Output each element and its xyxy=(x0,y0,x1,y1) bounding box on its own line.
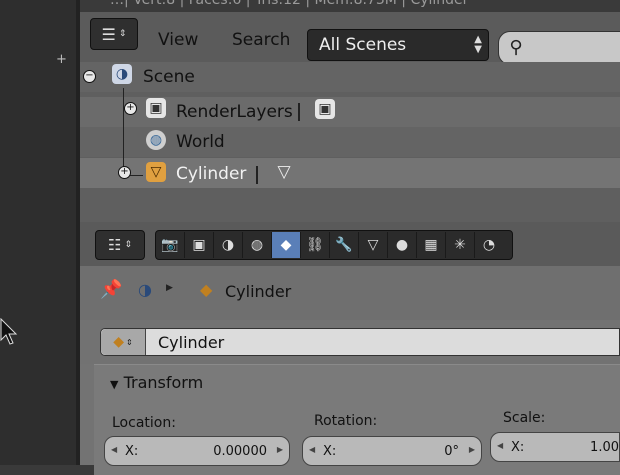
increment-arrow-icon[interactable]: ▶ xyxy=(277,445,283,454)
axis-label: X: xyxy=(323,444,337,459)
transform-panel-header[interactable]: ▼ Transform xyxy=(110,373,203,392)
window-title: …| Vert:8 | Faces:6 | Tris:12 | Mem:8.73… xyxy=(110,0,469,8)
panel-title: Transform xyxy=(123,373,204,392)
tree-item-scene[interactable]: Scene xyxy=(143,67,195,87)
texture-tab-icon[interactable]: ▦ xyxy=(417,232,446,258)
field-value: 0° xyxy=(444,444,459,459)
render-layers-tab-icon[interactable]: ▣ xyxy=(185,232,214,258)
axis-label: X: xyxy=(125,444,139,459)
rotation-label: Rotation: xyxy=(314,413,378,429)
render-layer-icon[interactable]: ▣ xyxy=(315,99,335,119)
mouse-cursor-icon xyxy=(0,318,18,345)
tree-item-world[interactable]: World xyxy=(176,132,225,152)
render-tab-icon[interactable]: 📷 xyxy=(156,232,185,258)
scene-icon: ◑ xyxy=(138,280,152,299)
tree-item-cylinder[interactable]: Cylinder xyxy=(176,164,246,184)
up-down-arrows-icon: ⇕ xyxy=(118,29,127,39)
axis-label: X: xyxy=(511,440,525,455)
pin-icon[interactable]: 📌 xyxy=(100,279,122,300)
separator xyxy=(256,166,258,184)
field-value: 1.00 xyxy=(590,440,619,455)
menu-search[interactable]: Search xyxy=(232,30,290,50)
mesh-data-icon[interactable]: ▽ xyxy=(274,162,294,182)
expand-toggle[interactable]: + xyxy=(124,102,137,115)
constraints-tab-icon[interactable]: ⛓ xyxy=(301,232,330,258)
scene-tab-icon[interactable]: ◑ xyxy=(214,232,243,258)
decrement-arrow-icon[interactable]: ◀ xyxy=(111,445,117,454)
decrement-arrow-icon[interactable]: ◀ xyxy=(497,441,503,450)
up-down-arrows-icon: ⇕ xyxy=(124,240,132,250)
particles-tab-icon[interactable]: ✳ xyxy=(446,232,475,258)
collapse-toggle[interactable]: − xyxy=(83,70,96,83)
location-label: Location: xyxy=(112,415,176,431)
mesh-object-icon: ▽ xyxy=(146,162,166,182)
display-mode-select[interactable]: All Scenes ▲ ▼ xyxy=(307,29,489,61)
left-editor-area: + xyxy=(0,0,78,465)
breadcrumb-arrow-icon: ▶ xyxy=(166,283,173,293)
properties-editor-type-button[interactable]: ☷ ⇕ xyxy=(95,230,145,260)
increment-arrow-icon[interactable]: ▶ xyxy=(469,445,475,454)
display-mode-value: All Scenes xyxy=(319,35,407,55)
add-region-icon[interactable]: + xyxy=(56,52,67,67)
scale-label: Scale: xyxy=(503,410,546,426)
data-tab-icon[interactable]: ▽ xyxy=(359,232,388,258)
tree-connector xyxy=(123,88,124,175)
physics-tab-icon[interactable]: ◔ xyxy=(475,232,503,258)
object-name-value: Cylinder xyxy=(158,333,225,352)
render-layers-icon: ▣ xyxy=(146,98,166,118)
world-icon: ◍ xyxy=(146,130,166,150)
search-icon: ⚲ xyxy=(509,36,523,58)
select-arrows-icon: ▲ ▼ xyxy=(474,34,482,55)
editor-type-button[interactable]: ☰ ⇕ xyxy=(90,18,138,50)
location-x-field[interactable]: ◀ X: 0.00000 ▶ xyxy=(104,436,290,466)
collapse-arrow-icon: ▼ xyxy=(110,378,119,391)
scene-icon: ◑ xyxy=(112,64,132,84)
separator xyxy=(298,103,300,121)
modifiers-tab-icon[interactable]: 🔧 xyxy=(330,232,359,258)
material-tab-icon[interactable]: ● xyxy=(388,232,417,258)
expand-toggle[interactable]: + xyxy=(118,166,131,179)
field-value: 0.00000 xyxy=(213,444,267,459)
properties-editor-icon: ☷ xyxy=(108,236,122,254)
properties-context-tabs: 📷 ▣ ◑ ◍ ◆ ⛓ 🔧 ▽ ● ▦ ✳ ◔ xyxy=(155,230,513,260)
world-tab-icon[interactable]: ◍ xyxy=(243,232,272,258)
object-icon: ◆ xyxy=(200,280,213,299)
decrement-arrow-icon[interactable]: ◀ xyxy=(309,445,315,454)
tree-item-renderlayers[interactable]: RenderLayers xyxy=(176,102,293,122)
menu-view[interactable]: View xyxy=(158,30,198,50)
rotation-x-field[interactable]: ◀ X: 0° ▶ xyxy=(302,436,482,466)
outliner-editor-icon: ☰ xyxy=(101,24,116,44)
scale-x-field[interactable]: ◀ X: 1.00 xyxy=(490,432,620,462)
breadcrumb xyxy=(80,266,620,320)
object-tab-icon[interactable]: ◆ xyxy=(272,232,301,258)
object-datablock-icon[interactable]: ◆ ⇕ xyxy=(101,329,146,355)
breadcrumb-object: Cylinder xyxy=(225,282,292,301)
